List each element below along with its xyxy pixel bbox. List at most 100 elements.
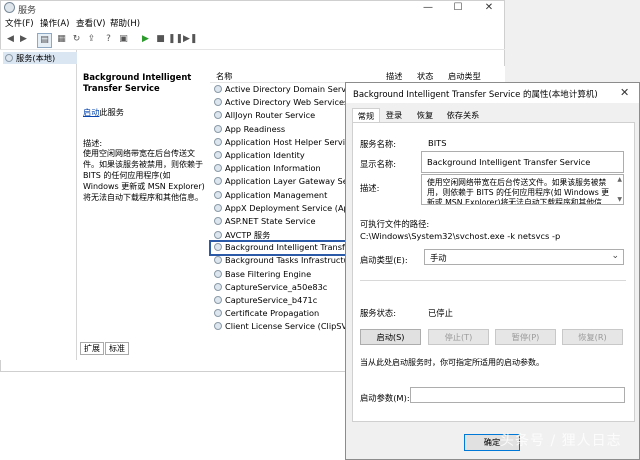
service-row[interactable]: AllJoyn Router Service [214, 110, 348, 123]
start-params-input[interactable] [410, 387, 625, 403]
divider [360, 280, 626, 281]
desktop-background [505, 0, 640, 82]
service-name-value: BITS [428, 138, 447, 148]
tab-extended[interactable]: 扩展 [80, 342, 104, 355]
tab-logon[interactable]: 登录 [381, 108, 407, 122]
service-row[interactable]: Active Directory Web Services [214, 97, 348, 110]
scroll-up-icon[interactable]: ▲ [617, 176, 622, 183]
tree-item-services-local[interactable]: 服务(本地) [3, 52, 77, 64]
service-gear-icon [214, 282, 222, 291]
pause-button[interactable]: 暂停(P) [495, 329, 556, 345]
display-name-label: 显示名称: [360, 159, 396, 169]
start-button[interactable]: 启动(S) [360, 329, 421, 345]
service-name-label: 服务名称: [360, 139, 396, 149]
tab-general[interactable]: 常规 [352, 108, 380, 123]
console-icon[interactable]: ▦ [55, 33, 68, 46]
exe-path-label: 可执行文件的路径: [360, 219, 430, 229]
refresh-icon[interactable]: ↻ [70, 33, 83, 46]
menu-help[interactable]: 帮助(H) [110, 17, 140, 29]
maximize-button[interactable]: ☐ [443, 0, 473, 16]
service-row[interactable]: Base Filtering Engine [214, 269, 348, 282]
service-gear-icon [214, 203, 222, 212]
service-gear-icon [214, 124, 222, 133]
menu-view[interactable]: 查看(V) [76, 17, 105, 29]
service-row[interactable]: Active Directory Domain Services [214, 84, 348, 97]
service-row[interactable]: Application Host Helper Service [214, 137, 348, 150]
service-gear-icon [214, 216, 222, 225]
help-icon[interactable]: ? [102, 33, 115, 46]
service-row[interactable]: ASP.NET State Service [214, 216, 348, 229]
show-tree-icon[interactable]: ▤ [37, 33, 52, 48]
service-row[interactable]: Application Information [214, 163, 348, 176]
column-header-startup-type[interactable]: 启动类型 [448, 70, 481, 82]
startup-type-label: 启动类型(E): [360, 255, 408, 265]
service-row[interactable]: Background Tasks Infrastructure [214, 255, 348, 268]
service-gear-icon [214, 296, 222, 304]
scroll-down-icon[interactable]: ▼ [617, 196, 622, 203]
service-row[interactable]: App Readiness [214, 124, 348, 137]
description-label: 描述: [360, 183, 380, 193]
service-row[interactable]: Application Management [214, 190, 348, 203]
restart-service-icon[interactable]: ▶❚ [183, 33, 197, 46]
forward-icon[interactable]: ▶ [17, 33, 30, 46]
stop-button[interactable]: 停止(T) [428, 329, 489, 345]
desktop-background-bottom [0, 372, 345, 460]
export-icon[interactable]: ⇪ [85, 33, 98, 46]
dialog-title: Background Intelligent Transfer Service … [353, 90, 598, 100]
service-gear-icon [214, 231, 222, 240]
description-field[interactable]: 使用空闲网络带宽在后台传送文件。如果该服务被禁用，则依赖于 BITS 的任何应用… [421, 174, 624, 205]
watermark: 头条号 / 狸人日志 [500, 433, 622, 449]
close-button[interactable]: ✕ [474, 0, 504, 16]
service-gear-icon [214, 137, 222, 146]
service-gear-icon [214, 256, 222, 265]
properties-icon[interactable]: ▣ [117, 33, 130, 46]
column-header-status[interactable]: 状态 [417, 70, 433, 82]
service-row[interactable]: CaptureService_a50e83c [214, 282, 348, 295]
tab-standard[interactable]: 标准 [105, 342, 129, 355]
column-header-description[interactable]: 描述 [386, 70, 402, 82]
resume-button[interactable]: 恢复(R) [562, 329, 623, 345]
service-gear-icon [214, 85, 222, 93]
service-gear-icon [214, 309, 222, 318]
tab-recovery[interactable]: 恢复 [412, 108, 438, 122]
service-row[interactable]: Application Identity [214, 150, 348, 163]
services-app-icon [4, 2, 15, 13]
column-header-name[interactable]: 名称 [216, 70, 232, 82]
chevron-down-icon: ⌄ [611, 251, 619, 261]
service-gear-icon [214, 177, 222, 186]
dialog-close-icon[interactable]: ✕ [620, 86, 629, 99]
back-icon[interactable]: ◀ [4, 33, 17, 46]
view-tabs: 扩展 标准 [80, 342, 130, 356]
service-row[interactable]: CaptureService_b471c [214, 295, 348, 308]
start-params-label: 启动参数(M): [360, 393, 410, 403]
pause-service-icon[interactable]: ❚❚ [168, 33, 183, 46]
menu-action[interactable]: 操作(A) [40, 17, 69, 29]
service-gear-icon [214, 269, 222, 278]
exe-path-value: C:\Windows\System32\svchost.exe -k netsv… [360, 231, 561, 241]
service-rows: Active Directory Domain Services Active … [214, 84, 348, 335]
start-service-line: 启动此服务 [83, 107, 124, 117]
window-title: 服务 [18, 6, 37, 16]
tab-dependencies[interactable]: 依存关系 [443, 108, 483, 122]
service-gear-icon [214, 111, 222, 120]
startup-type-select[interactable]: 手动 ⌄ [424, 249, 624, 265]
service-gear-icon [214, 190, 222, 199]
description-text: 使用空闲网络带宽在后台传送文件。如果该服务被禁用，则依赖于 BITS 的任何应用… [83, 149, 205, 202]
menu-file[interactable]: 文件(F) [5, 17, 34, 29]
start-service-icon[interactable]: ▶ [139, 33, 152, 46]
service-row[interactable]: AppX Deployment Service (AppX [214, 203, 348, 216]
description-pane [80, 50, 210, 360]
stop-service-icon[interactable]: ■ [154, 33, 167, 46]
service-row[interactable]: Certificate Propagation [214, 308, 348, 321]
minimize-button[interactable]: — [413, 0, 443, 16]
service-gear-icon [214, 98, 222, 107]
start-service-link[interactable]: 启动 [83, 107, 99, 117]
service-gear-icon [214, 322, 222, 331]
service-row[interactable]: Application Layer Gateway Servi [214, 176, 348, 189]
selected-service-title: Background Intelligent Transfer Service [83, 72, 192, 93]
start-params-hint: 当从此处启动服务时，你可指定所适用的启动参数。 [360, 358, 544, 367]
console-tree [0, 50, 77, 360]
service-row[interactable]: Client License Service (ClipSVC) [214, 321, 348, 334]
display-name-field[interactable]: Background Intelligent Transfer Service [421, 151, 624, 173]
selected-row-highlight [209, 240, 347, 256]
